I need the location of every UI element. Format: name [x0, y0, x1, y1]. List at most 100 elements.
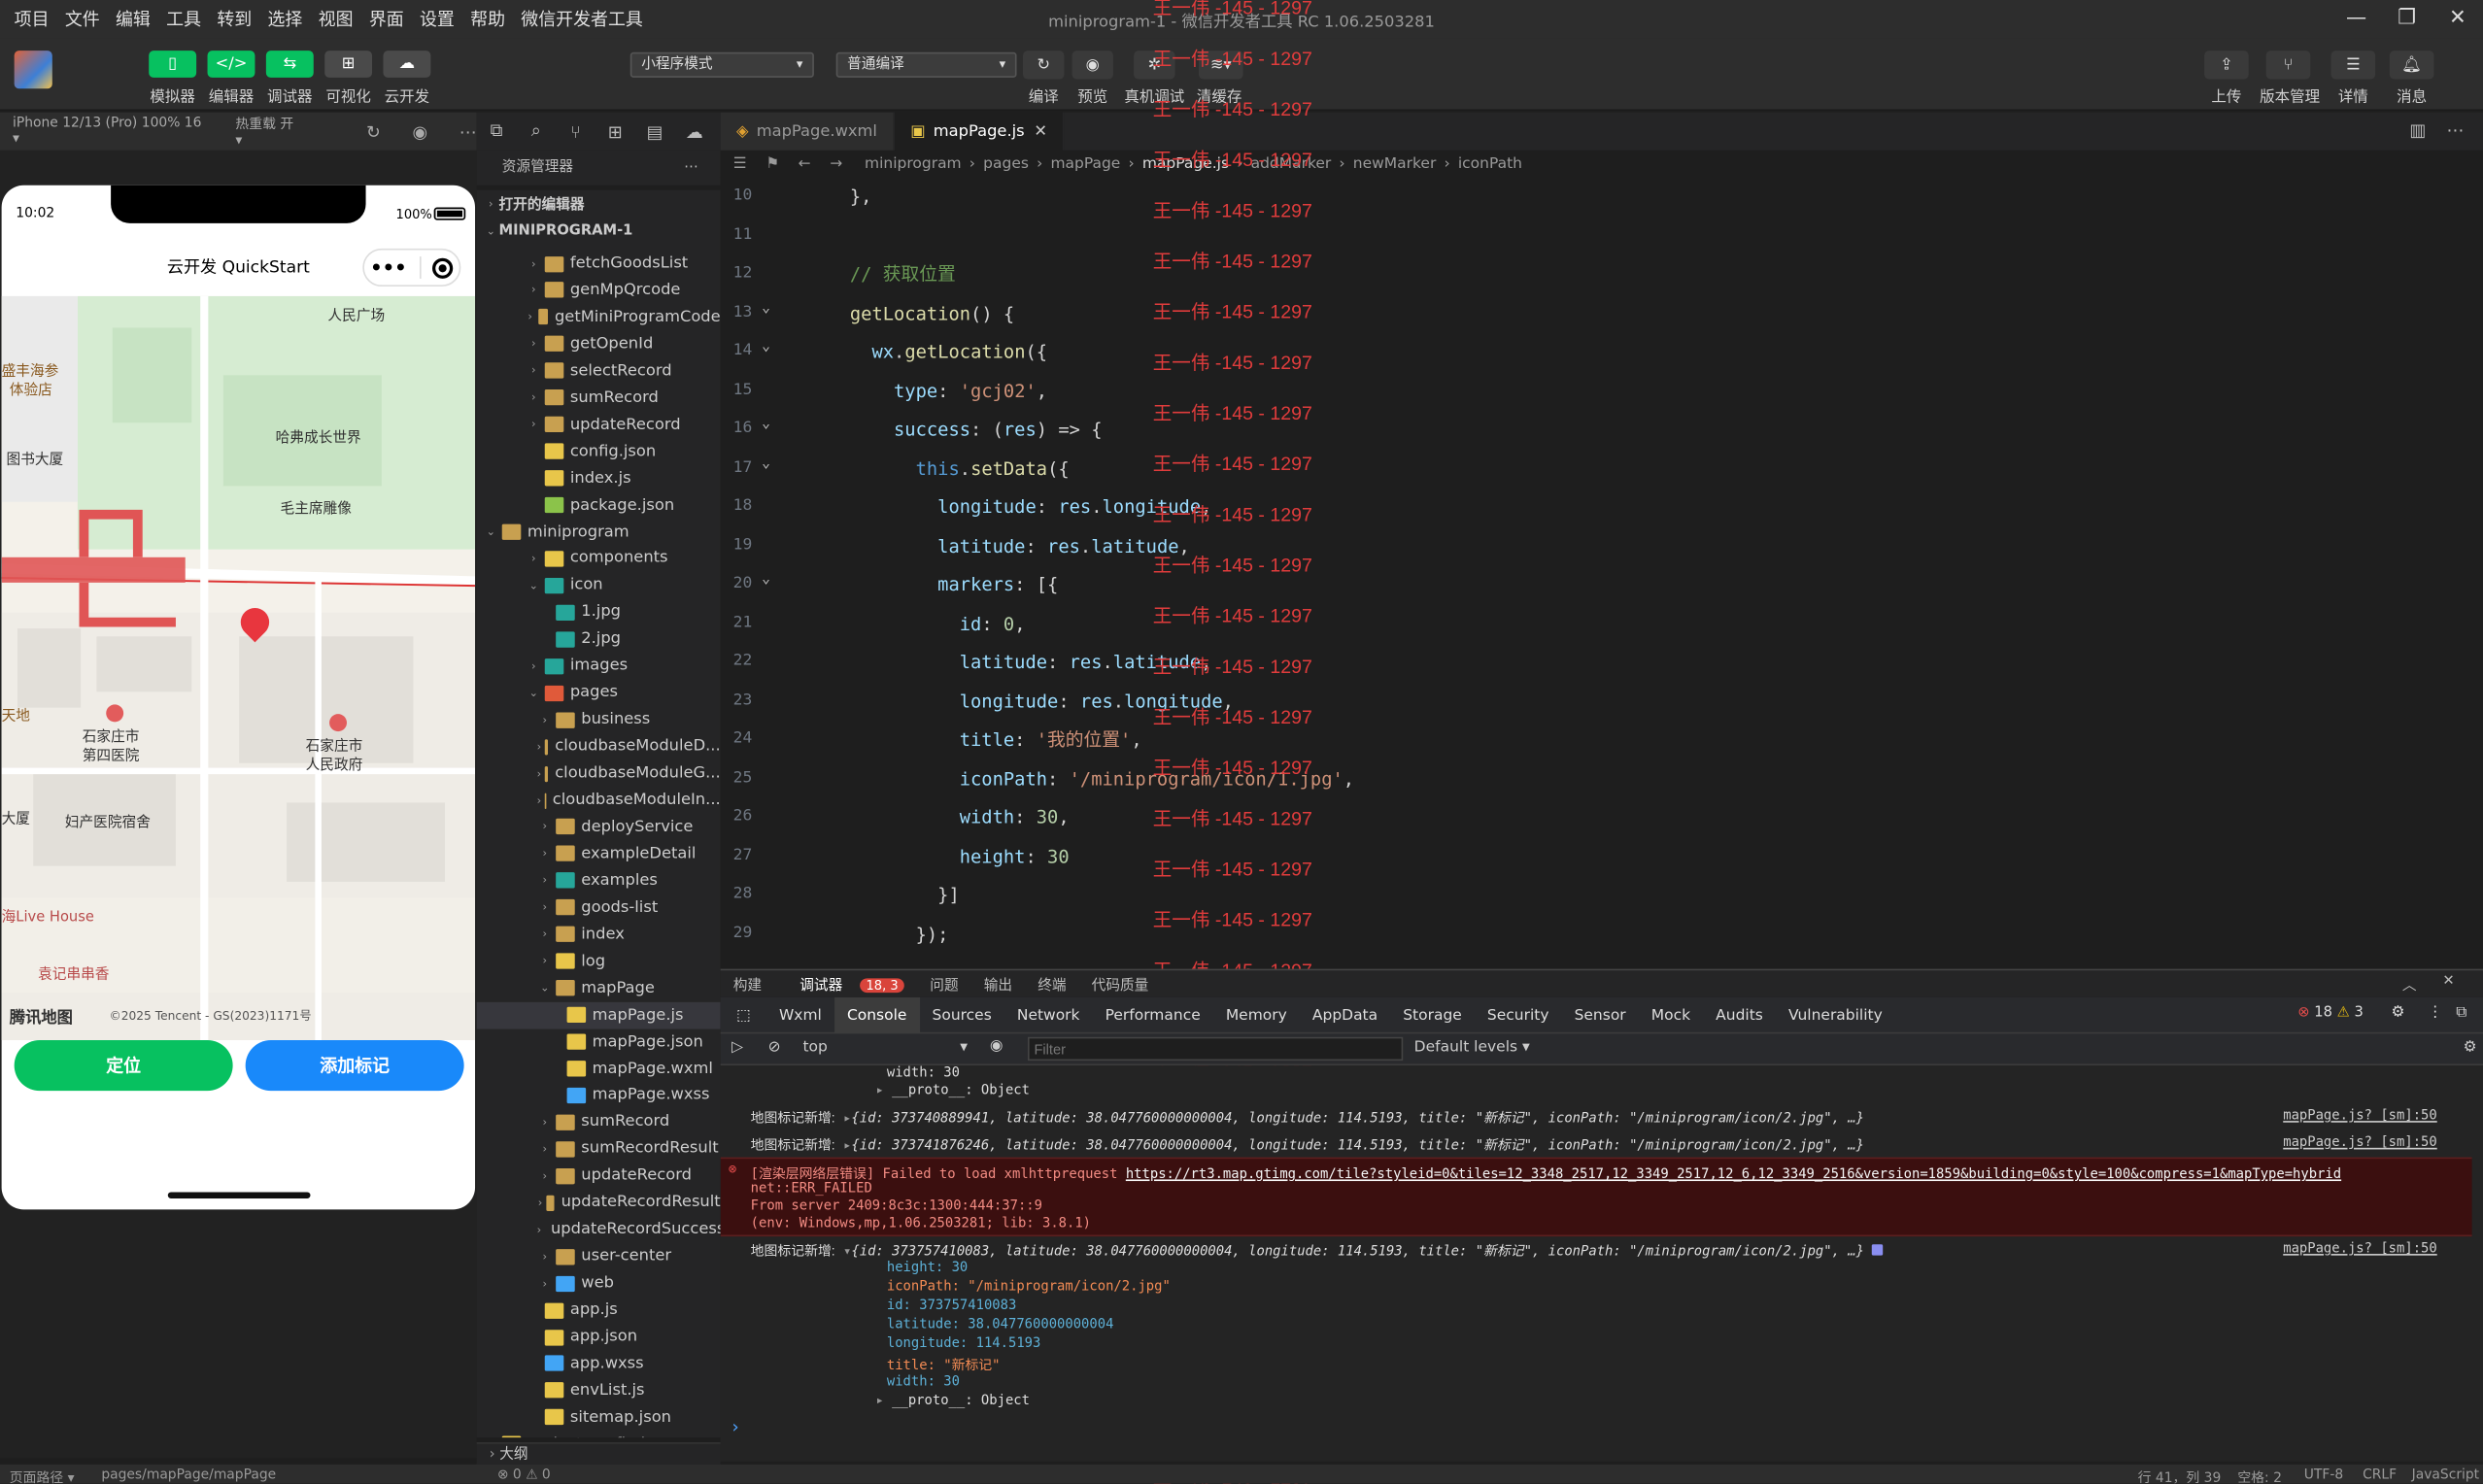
code-line[interactable]: 14 wx.getLocation({ — [721, 332, 2483, 370]
tree-item[interactable]: › goods-list — [477, 894, 721, 922]
breadcrumb-item[interactable]: addMarker — [1251, 155, 1332, 173]
cursor-position[interactable]: 行 41，列 39 — [2138, 1467, 2222, 1483]
panel-tab-quality[interactable]: 代码质量 — [1079, 974, 1162, 994]
list-icon[interactable]: ☰ — [733, 155, 747, 173]
device-select[interactable]: iPhone 12/13 (Pro) 100% 16 ▾ — [13, 116, 207, 148]
devtab-sensor[interactable]: Sensor — [1562, 996, 1639, 1032]
breadcrumb-item[interactable]: mapPage.js — [1142, 155, 1229, 173]
console-log-row[interactable]: 地图标记新增: ▸{id: 373740889941, latitude: 38… — [751, 1108, 2483, 1128]
panel-tab-build[interactable]: 构建 — [721, 974, 774, 994]
menu-item[interactable]: 工具 — [158, 7, 209, 32]
menu-item[interactable]: 文件 — [57, 7, 108, 32]
menu-item[interactable]: 编辑 — [108, 7, 158, 32]
tree-item[interactable]: mapPage.json — [477, 1029, 721, 1056]
dock-icon[interactable]: ⧉ — [2456, 1003, 2466, 1021]
code-line[interactable]: 18 longitude: res.longitude, — [721, 488, 2483, 525]
remote-debug-button[interactable]: ✲ — [1134, 51, 1175, 80]
menu-item[interactable]: 设置 — [412, 7, 462, 32]
hot-reload-select[interactable]: 热重载 开 ▾ — [235, 114, 302, 150]
git-icon[interactable]: ⑂ — [556, 121, 595, 142]
visual-button[interactable]: ⊞ — [324, 51, 373, 78]
maximize-button[interactable]: ❐ — [2382, 0, 2432, 38]
eol[interactable]: CRLF — [2363, 1467, 2397, 1483]
tree-item[interactable]: › components — [477, 545, 721, 572]
upload-button[interactable]: ⇪ — [2204, 51, 2249, 80]
details-button[interactable]: ☰ — [2330, 51, 2376, 80]
menu-item[interactable]: 项目 — [7, 7, 57, 32]
page-path[interactable]: pages/mapPage/mapPage — [101, 1467, 276, 1483]
tree-item[interactable]: ⌄ miniprogram — [477, 519, 721, 546]
breadcrumb-item[interactable]: iconPath — [1458, 155, 1522, 173]
more-icon[interactable]: ⋯ — [459, 121, 477, 142]
stop-icon[interactable]: ◉ — [412, 121, 427, 142]
code-line[interactable]: 20 markers: [{ — [721, 565, 2483, 603]
tree-item[interactable]: › genMpQrcode — [477, 277, 721, 304]
outline-section[interactable]: › 大纲 — [476, 1442, 721, 1465]
devtab-audits[interactable]: Audits — [1703, 996, 1776, 1032]
code-line[interactable]: 27 height: 30 — [721, 837, 2483, 875]
tree-item[interactable]: config.json — [477, 438, 721, 465]
language-mode[interactable]: JavaScript — [2412, 1467, 2479, 1483]
panel-close-icon[interactable]: ✕ — [2430, 974, 2466, 990]
files-icon[interactable]: ⧉ — [477, 120, 517, 143]
tree-item[interactable]: › updateRecord — [477, 411, 721, 438]
tree-item[interactable]: app.js — [477, 1297, 721, 1324]
cloud-button[interactable]: ☁ — [383, 51, 431, 78]
code-line[interactable]: 12 // 获取位置 — [721, 254, 2483, 292]
devtab-sources[interactable]: Sources — [919, 996, 1003, 1032]
code-line[interactable]: 10 }, — [721, 178, 2483, 216]
tree-open-editors[interactable]: › 打开的编辑器 — [477, 190, 721, 218]
close-window-button[interactable]: ✕ — [2432, 0, 2483, 38]
sidebar-toggle-icon[interactable]: ▷ — [731, 1038, 743, 1056]
menu-item[interactable]: 转到 — [209, 7, 259, 32]
panel-collapse-icon[interactable]: ︿ — [2390, 974, 2430, 994]
console-log-row[interactable]: 地图标记新增: ▾{id: 373757410083, latitude: 38… — [751, 1241, 2483, 1261]
tree-item[interactable]: project.config.json — [477, 1431, 721, 1438]
version-button[interactable]: ⑂ — [2265, 51, 2311, 80]
tree-item[interactable]: › images — [477, 653, 721, 680]
tree-item[interactable]: › updateRecordResult — [477, 1190, 721, 1217]
clear-cache-button[interactable]: ≋▾ — [1198, 51, 1243, 80]
code-line[interactable]: 29 }); — [721, 914, 2483, 952]
code-line[interactable]: 22 latitude: res.latitude, — [721, 643, 2483, 681]
menu-item[interactable]: 帮助 — [462, 7, 513, 32]
fold-icon[interactable]: ⌄ — [762, 300, 770, 316]
tree-item[interactable]: › examples — [477, 867, 721, 894]
tree-item[interactable]: ⌄ icon — [477, 572, 721, 599]
page-path-label[interactable]: 页面路径 ▾ — [10, 1467, 75, 1483]
code-line[interactable]: 19 latitude: res.latitude, — [721, 526, 2483, 564]
console-prompt[interactable]: › — [730, 1417, 2483, 1437]
tree-project-root[interactable]: ⌄ MINIPROGRAM-1 — [477, 217, 721, 244]
devtab-storage[interactable]: Storage — [1390, 996, 1475, 1032]
console-filter-input[interactable] — [1027, 1036, 1404, 1062]
menu-item[interactable]: 视图 — [310, 7, 360, 32]
log-source-link[interactable]: mapPage.js? [sm]:50 — [2283, 1135, 2437, 1151]
tree-item[interactable]: ⌄ pages — [477, 680, 721, 707]
tree-item[interactable]: › updateRecord — [477, 1163, 721, 1190]
code-line[interactable]: 13 getLocation() { — [721, 293, 2483, 331]
map-view[interactable]: 人民广场 盛丰海参 体验店 图书大厦 哈弗成长世界 毛主席雕像 石家庄市 第四医… — [1, 295, 476, 1040]
levels-select[interactable]: Default levels ▾ — [1414, 1038, 1530, 1056]
code-line[interactable]: 23 longitude: res.longitude, — [721, 682, 2483, 720]
devtab-security[interactable]: Security — [1475, 996, 1562, 1032]
menu-item[interactable]: 界面 — [361, 7, 412, 32]
tree-item[interactable]: › sumRecord — [477, 1109, 721, 1136]
tree-item[interactable]: app.json — [477, 1324, 721, 1351]
breadcrumb-item[interactable]: newMarker — [1353, 155, 1437, 173]
tree-item[interactable]: › getMiniProgramCode — [477, 304, 720, 331]
code-line[interactable]: 28 }] — [721, 875, 2483, 913]
devtab-console[interactable]: Console — [833, 996, 920, 1033]
debugger-toggle-button[interactable]: ⇆ — [265, 51, 314, 78]
code-line[interactable]: 25 iconPath: '/miniprogram/icon/1.jpg', — [721, 759, 2483, 797]
fold-icon[interactable]: ⌄ — [762, 455, 770, 471]
devtab-network[interactable]: Network — [1004, 996, 1093, 1032]
tab-mappage-js[interactable]: ▣ mapPage.js ✕ — [894, 112, 1066, 151]
close-target-icon[interactable] — [432, 256, 454, 279]
code-line[interactable]: 15 type: 'gcj02', — [721, 371, 2483, 409]
panel-tab-debugger[interactable]: 调试器 18, 3 — [774, 974, 917, 995]
tree-item[interactable]: package.json — [477, 491, 721, 519]
avatar[interactable] — [14, 51, 52, 89]
tree-item[interactable]: › cloudbaseModuleG... — [477, 760, 721, 788]
refresh-icon[interactable]: ↻ — [366, 121, 381, 142]
tree-item[interactable]: › user-center — [477, 1243, 721, 1270]
